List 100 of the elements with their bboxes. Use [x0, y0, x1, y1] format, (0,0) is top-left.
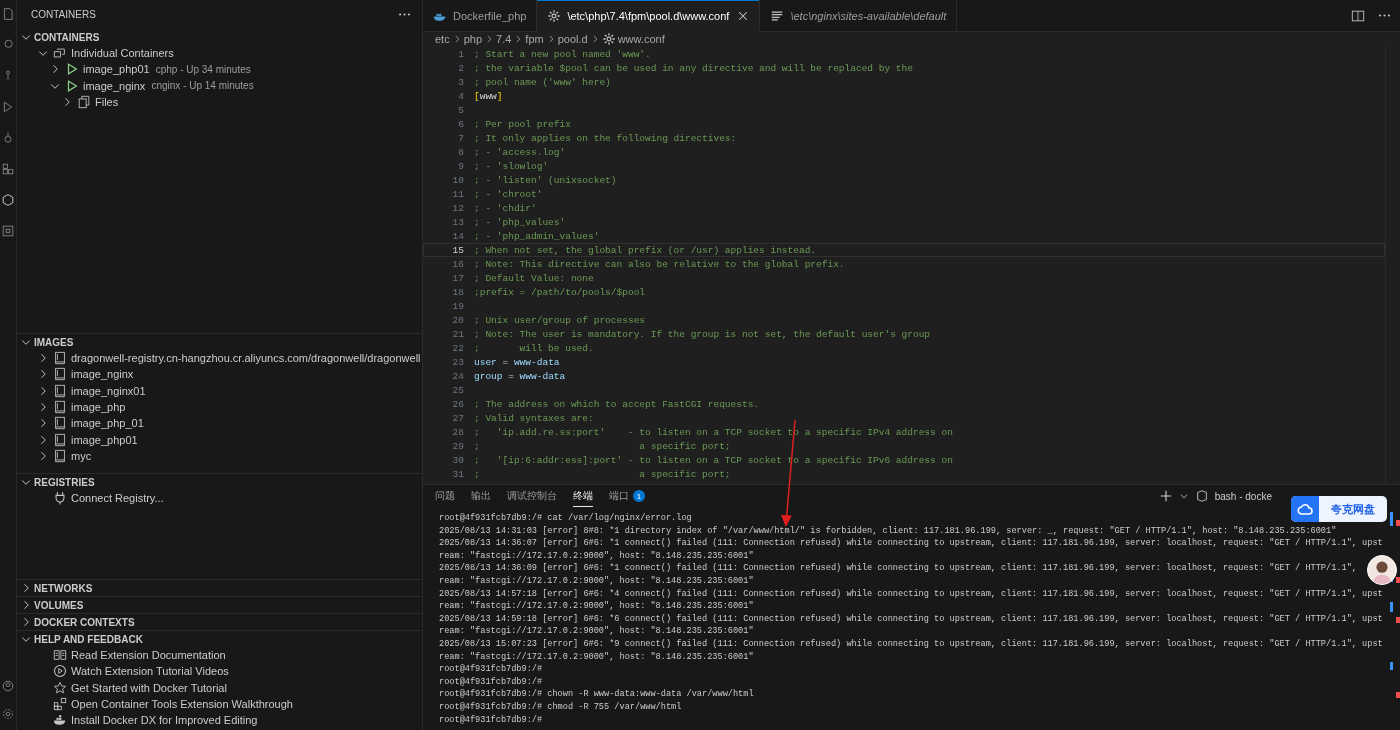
play-circle-icon	[53, 664, 67, 679]
line-number: 8	[457, 146, 464, 158]
line-number: 2	[457, 62, 464, 74]
terminal-line: 2025/08/13 15:07:23 [error] 6#6: *9 connect() failed (111: Connection refused) while connecting to upstream, client: 117.181.96.199, server: localhost, request: "GET / HTTP/1.1", upst	[439, 637, 1384, 651]
blocks-icon	[53, 697, 67, 712]
line-number: 9	[457, 160, 464, 172]
code-line: ; - 'chroot'	[474, 188, 543, 200]
close-button[interactable]	[737, 9, 750, 22]
tree-item-label[interactable]: Get Started with Docker Tutorial	[71, 681, 227, 694]
gear-icon	[547, 8, 562, 23]
breadcrumb-item[interactable]: 7.4	[496, 33, 512, 45]
tree-item-label[interactable]: Connect Registry...	[71, 492, 164, 505]
line-number: 22	[451, 342, 464, 354]
line-number: 23	[451, 356, 464, 368]
image-icon	[53, 448, 67, 463]
line-number: 25	[451, 384, 464, 396]
terminal-line: ream: "fastcgi://172.17.0.2:9000", host: "8.148.235.235:6001"	[439, 600, 755, 613]
code-line: ; When not set, the global prefix (or /usr) applies instead.	[474, 244, 817, 256]
line-number: 4	[457, 90, 464, 102]
files-icon	[77, 95, 91, 110]
code-line: ; - 'slowlog'	[474, 160, 549, 172]
panel-tab[interactable]: 输出	[471, 486, 491, 506]
section-title[interactable]: VOLUMES	[34, 599, 84, 611]
section-title[interactable]: HELP AND FEEDBACK	[34, 633, 143, 645]
terminal-line: root@4f931fcb7db9:/#	[439, 675, 544, 689]
terminal-line: ream: "fastcgi://172.17.0.2:9000", host: "8.148.235.235:6001"	[439, 650, 755, 664]
breadcrumb-item[interactable]: etc	[435, 33, 450, 45]
tree-item-label[interactable]: Open Container Tools Extension Walkthrough	[71, 698, 293, 711]
line-number: 6	[457, 118, 464, 130]
terminal-line: root@4f931fcb7db9:/#	[439, 663, 544, 676]
line-number: 3	[457, 76, 464, 88]
code-line: [www]	[474, 90, 503, 102]
tree-item-label[interactable]: image_nginx	[83, 79, 146, 92]
cloud-icon	[1297, 501, 1313, 517]
line-number: 26	[451, 398, 464, 410]
play-icon	[65, 78, 79, 93]
panel-tab[interactable]: 问题	[435, 486, 455, 506]
tree-item-label[interactable]: Read Extension Documentation	[71, 649, 226, 662]
code-line: ; - 'listen' (unixsocket)	[474, 174, 617, 186]
tree-item-label[interactable]: image_nginx	[71, 368, 134, 381]
code-line: ; Per pool prefix	[474, 118, 571, 130]
terminal-title[interactable]: bash - docke	[1214, 490, 1272, 502]
tree-item-label[interactable]: image_php	[71, 401, 126, 414]
cloud-drive-button[interactable]: 夸克网盘	[1291, 496, 1387, 522]
editor-tab[interactable]: \etc\php\7.4\fpm\pool.d\www.conf	[537, 0, 761, 32]
tree-item-label[interactable]: image_php01	[71, 433, 138, 446]
line-number: 1	[457, 48, 464, 60]
tree-item-label[interactable]: Files	[95, 96, 119, 109]
line-number: 21	[451, 328, 464, 340]
tree-item-label[interactable]: image_php01	[83, 63, 150, 76]
breadcrumb-item[interactable]: php	[463, 33, 483, 45]
code-line: ; the variable $pool can be used in any directive and will be replaced by the	[474, 62, 913, 74]
line-number: 15	[451, 244, 464, 256]
tree-item-label[interactable]: Install Docker DX for Improved Editing	[71, 714, 258, 727]
section-title[interactable]: DOCKER CONTEXTS	[34, 616, 135, 628]
line-number: 27	[451, 412, 464, 424]
line-number: 11	[451, 188, 464, 200]
section-title[interactable]: REGISTRIES	[34, 476, 95, 488]
image-icon	[53, 351, 67, 366]
close-icon	[737, 9, 750, 22]
code-line: ; Start a new pool named 'www'.	[474, 48, 651, 60]
image-icon	[53, 432, 67, 447]
line-number: 10	[451, 174, 464, 186]
image-icon	[53, 383, 67, 398]
code-line: ; Valid syntaxes are:	[474, 412, 594, 424]
line-number: 30	[451, 454, 464, 466]
code-line: ; It only applies on the following directives:	[474, 132, 737, 144]
chevron-icon	[1178, 491, 1189, 501]
code-line: ; - 'chdir'	[474, 202, 537, 214]
breadcrumb-item[interactable]: pool.d	[557, 33, 588, 45]
line-number: 7	[457, 132, 464, 144]
tree-item-label[interactable]: myc	[71, 449, 92, 462]
section-title[interactable]: NETWORKS	[34, 582, 93, 594]
panel-tab[interactable]: 端口 1	[609, 486, 645, 506]
settings-icon	[2, 708, 14, 720]
code-line: ; The address on which to accept FastCGI requests.	[474, 398, 760, 410]
line-number: 17	[451, 272, 464, 284]
gear-icon	[601, 32, 616, 46]
line-number: 20	[451, 314, 464, 326]
editor-tab[interactable]: \etc\nginx\sites-available\default	[760, 0, 958, 31]
section-title[interactable]: IMAGES	[34, 336, 74, 348]
section-title[interactable]: CONTAINERS	[34, 31, 100, 43]
breadcrumb-item[interactable]: fpm	[525, 33, 544, 45]
extensions-icon	[2, 163, 14, 175]
more-icon	[399, 13, 410, 16]
tree-item-label[interactable]: Individual Containers	[71, 47, 174, 60]
tree-item-label[interactable]: Watch Extension Tutorial Videos	[71, 665, 229, 678]
book-icon	[53, 648, 67, 663]
panel-tab[interactable]: 调试控制台	[507, 486, 557, 506]
code-line: ; - 'access.log'	[474, 146, 566, 158]
sidebar-title: CONTAINERS	[31, 9, 96, 20]
code-line: ; Unix user/group of processes	[474, 314, 646, 326]
star-icon	[53, 680, 67, 695]
terminal-line: root@4f931fcb7db9:/# cat /var/log/nginx/error.log	[439, 512, 693, 525]
tree-item-label[interactable]: image_php_01	[71, 417, 144, 430]
panel-tab[interactable]: 终端	[573, 485, 593, 507]
breadcrumb-item[interactable]: www.conf	[617, 33, 665, 45]
line-number: 24	[451, 370, 464, 382]
tree-item-label[interactable]: image_nginx01	[71, 384, 146, 397]
tree-item-label[interactable]: dragonwell-registry.cn-hangzhou.cr.aliyuncs.com/dragonwell/dragonwell	[71, 352, 421, 365]
